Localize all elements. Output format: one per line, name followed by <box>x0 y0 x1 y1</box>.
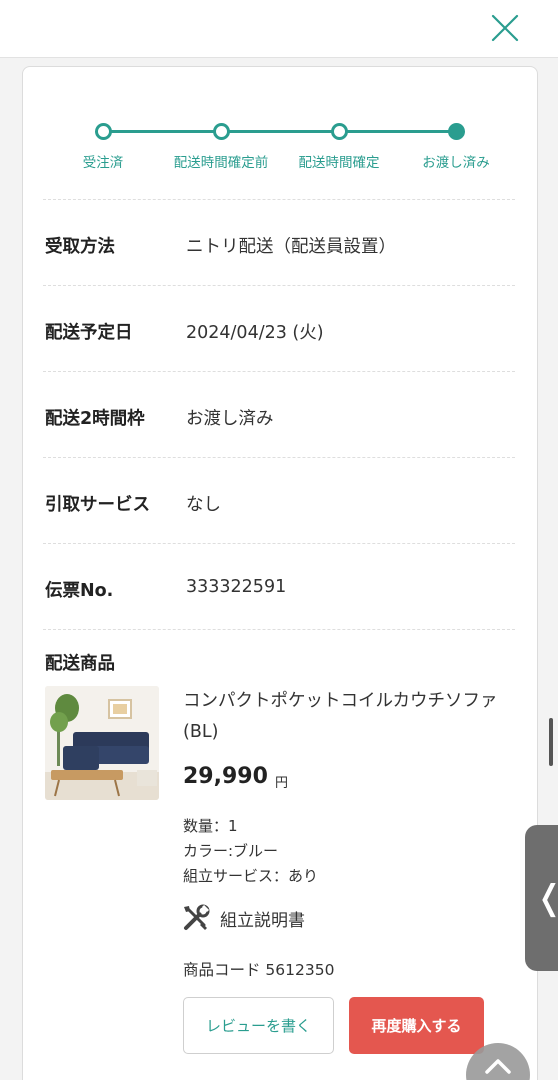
detail-row-delivery-window: 配送2時間枠 お渡し済み <box>43 371 515 457</box>
order-detail-card: 受注済 配送時間確定前 配送時間確定 お渡し済み 受取方法 ニトリ配送（配送員設… <box>22 66 538 1080</box>
close-icon <box>491 14 519 42</box>
tools-icon <box>184 904 210 930</box>
detail-label: 配送予定日 <box>45 323 133 343</box>
detail-row-delivery-date: 配送予定日 2024/04/23 (火) <box>43 285 515 371</box>
step-label: 配送時間確定前 <box>173 155 269 171</box>
step-dot <box>94 123 112 140</box>
step-dot <box>212 123 230 140</box>
product-price: 29,990 <box>183 764 268 789</box>
product-image[interactable] <box>45 686 159 800</box>
step-dot <box>330 123 348 140</box>
section-title: 配送商品 <box>45 654 115 674</box>
step-delivered: お渡し済み <box>396 123 516 171</box>
product-name[interactable]: コンパクトポケットコイルカウチソファ (BL) <box>183 686 513 748</box>
assembly-manual-link[interactable]: 組立説明書 <box>181 902 305 934</box>
delivery-products-section: 配送商品 コンパクトポケットコイルカウチソファ (BL) 29,990 円 数量… <box>43 629 515 1080</box>
rebuy-button[interactable]: 再度購入する <box>349 997 484 1054</box>
product-color: カラー:ブルー <box>183 842 279 860</box>
price-unit: 円 <box>275 776 289 791</box>
detail-row-receive-method: 受取方法 ニトリ配送（配送員設置） <box>43 199 515 285</box>
product-code: 商品コード 5612350 <box>183 961 335 979</box>
step-label: 受注済 <box>82 155 124 171</box>
detail-value: なし <box>186 495 221 515</box>
step-label: 配送時間確定 <box>298 155 380 171</box>
product-quantity: 数量：1 <box>183 817 238 835</box>
detail-row-pickup-service: 引取サービス なし <box>43 457 515 543</box>
detail-value: 2024/04/23 (火) <box>186 323 324 343</box>
chevron-up-icon <box>485 1059 511 1074</box>
detail-value: ニトリ配送（配送員設置） <box>186 237 396 257</box>
product-assembly-service: 組立サービス：あり <box>183 867 319 885</box>
write-review-button[interactable]: レビューを書く <box>183 997 334 1054</box>
detail-value: お渡し済み <box>186 409 274 429</box>
manual-label: 組立説明書 <box>220 910 305 931</box>
chevron-left-icon: ❬ <box>535 881 558 915</box>
step-time-confirmed: 配送時間確定 <box>279 123 399 171</box>
detail-value: 333322591 <box>186 577 287 597</box>
sofa-image <box>45 686 159 800</box>
close-button[interactable] <box>490 13 520 43</box>
step-ordered: 受注済 <box>43 123 163 171</box>
top-bar <box>0 0 558 58</box>
detail-label: 受取方法 <box>45 237 115 257</box>
product-attributes: 数量：1 カラー:ブルー 組立サービス：あり <box>183 814 318 889</box>
delivery-status-stepper: 受注済 配送時間確定前 配送時間確定 お渡し済み <box>23 67 539 197</box>
step-dot-current <box>447 123 465 140</box>
scrollbar-thumb[interactable] <box>549 718 553 766</box>
step-label: お渡し済み <box>422 155 490 171</box>
detail-label: 配送2時間枠 <box>45 409 145 429</box>
detail-label: 引取サービス <box>45 495 150 515</box>
step-before-time-confirmed: 配送時間確定前 <box>161 123 281 171</box>
detail-label: 伝票No. <box>45 581 114 601</box>
detail-row-slip-number: 伝票No. 333322591 <box>43 543 515 629</box>
side-panel-tab[interactable]: ❬ <box>525 825 558 971</box>
